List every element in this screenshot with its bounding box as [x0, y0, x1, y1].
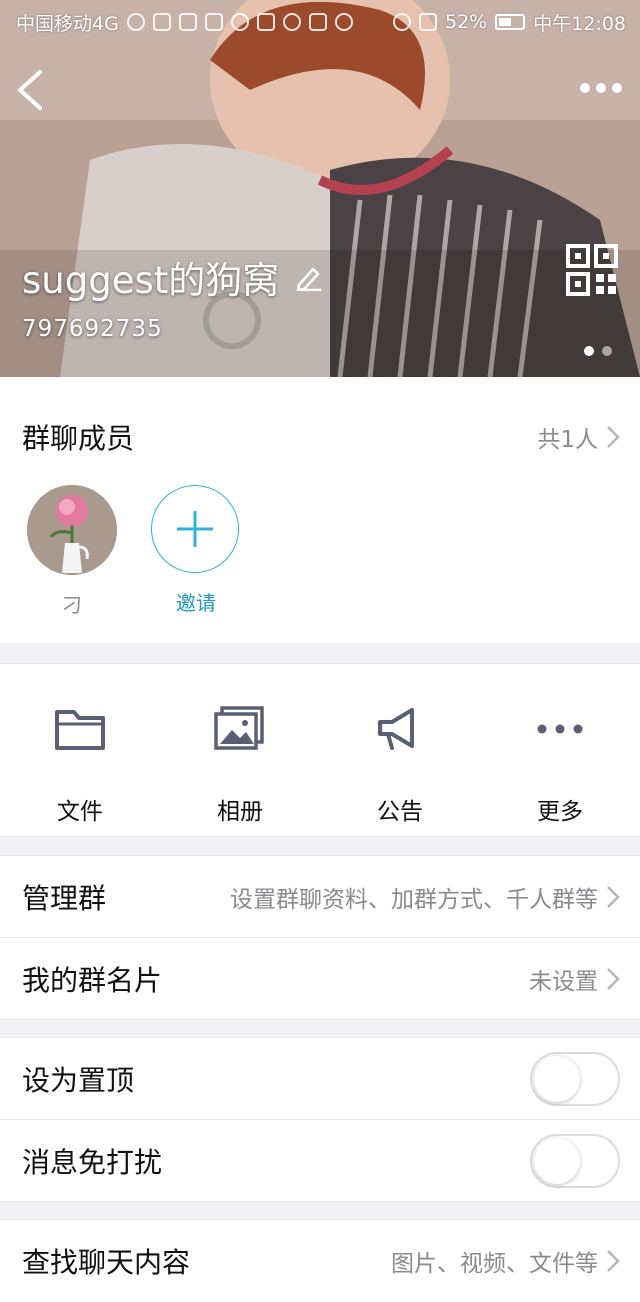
- search-chat-detail: 图片、视频、文件等: [391, 1251, 598, 1277]
- flower-vase-image: [27, 485, 117, 575]
- more-button[interactable]: 更多: [480, 704, 640, 826]
- announcement-label: 公告: [377, 799, 423, 825]
- member-name: 刁: [62, 593, 82, 617]
- announcement-button[interactable]: 公告: [320, 704, 480, 826]
- member-item[interactable]: 刁: [27, 485, 117, 618]
- search-chat-row[interactable]: 查找聊天内容 图片、视频、文件等: [0, 1220, 640, 1302]
- page-dot-active: [584, 346, 594, 356]
- more-dots-icon: [537, 724, 583, 734]
- alarm-icon: [282, 13, 301, 31]
- group-name-row[interactable]: suggest的狗窝: [22, 250, 323, 304]
- chevron-right-icon: [607, 426, 620, 448]
- battery-icon: [495, 14, 526, 30]
- eye-icon: [334, 13, 353, 31]
- chevron-right-icon: [607, 968, 620, 990]
- manage-group-row[interactable]: 管理群 设置群聊资料、加群方式、千人群等: [0, 856, 640, 938]
- invite-circle: [151, 485, 239, 573]
- group-id: 797692735: [22, 316, 163, 342]
- group-name: suggest的狗窝: [22, 259, 280, 302]
- members-count: 共1人: [537, 427, 598, 453]
- group-card-title: 我的群名片: [22, 964, 163, 997]
- wifi-icon: [393, 13, 411, 31]
- carrier-label: 中国移动4G: [16, 12, 119, 35]
- status-time: 中午12:08: [533, 12, 626, 35]
- dot: [580, 83, 590, 93]
- search-chat-title: 查找聊天内容: [22, 1246, 191, 1279]
- hd-icon: [308, 13, 327, 31]
- members-title: 群聊成员: [22, 422, 135, 455]
- toggle-knob: [534, 1138, 580, 1184]
- chevron-right-icon: [607, 1250, 620, 1272]
- more-options-button[interactable]: [580, 76, 624, 100]
- toggle-knob: [534, 1056, 580, 1102]
- files-button[interactable]: 文件: [0, 704, 160, 826]
- status-bar: 中国移动4G 52% 中午12:08: [0, 0, 640, 44]
- shield-icon: [152, 13, 171, 31]
- pin-to-top-toggle[interactable]: [530, 1052, 620, 1106]
- manage-group-detail: 设置群聊资料、加群方式、千人群等: [230, 887, 598, 913]
- cover-page-indicator: [584, 346, 612, 356]
- do-not-disturb-toggle[interactable]: [530, 1134, 620, 1188]
- do-not-disturb-row: 消息免打扰: [0, 1120, 640, 1202]
- album-button[interactable]: 相册: [160, 704, 320, 826]
- megaphone-icon: [378, 708, 414, 750]
- invite-member-button[interactable]: 邀请: [151, 485, 241, 616]
- more-label: 更多: [537, 799, 583, 825]
- dot: [596, 83, 606, 93]
- my-group-card-row[interactable]: 我的群名片 未设置: [0, 938, 640, 1020]
- invite-label: 邀请: [176, 591, 216, 615]
- listen-app-icon: [204, 13, 223, 31]
- divider: [0, 1019, 640, 1020]
- album-label: 相册: [217, 799, 263, 825]
- edit-pencil-icon[interactable]: [295, 263, 323, 291]
- group-cover-header: 中国移动4G 52% 中午12:08 suggest的狗窝 797692735: [0, 0, 640, 377]
- files-label: 文件: [57, 799, 103, 825]
- avatar: [27, 485, 117, 575]
- settings-icon: [230, 13, 249, 31]
- pin-to-top-title: 设为置顶: [22, 1064, 135, 1097]
- group-card-detail: 未设置: [529, 969, 598, 995]
- dot: [612, 83, 622, 93]
- back-icon[interactable]: [14, 68, 54, 112]
- qr-code-icon[interactable]: [566, 244, 618, 296]
- folder-icon: [55, 710, 105, 750]
- page-dot: [602, 346, 612, 356]
- signal-icon: [419, 13, 437, 31]
- vibrate-icon: [256, 13, 275, 31]
- group-members-header[interactable]: 群聊成员 共1人: [22, 377, 620, 497]
- divider: [0, 1201, 640, 1202]
- sync-icon: [126, 13, 145, 31]
- battery-percent: 52%: [445, 11, 488, 33]
- do-not-disturb-title: 消息免打扰: [22, 1146, 163, 1179]
- chevron-right-icon: [607, 886, 620, 908]
- group-members-section: 群聊成员 共1人 刁 邀请: [0, 377, 640, 643]
- quick-actions-bar: 文件 相册 公告 更多: [0, 663, 640, 837]
- plus-icon: [177, 511, 213, 547]
- manage-group-title: 管理群: [22, 882, 107, 915]
- photo-album-icon: [214, 706, 264, 750]
- pin-to-top-row: 设为置顶: [0, 1038, 640, 1120]
- app-notification-icon: [178, 13, 197, 31]
